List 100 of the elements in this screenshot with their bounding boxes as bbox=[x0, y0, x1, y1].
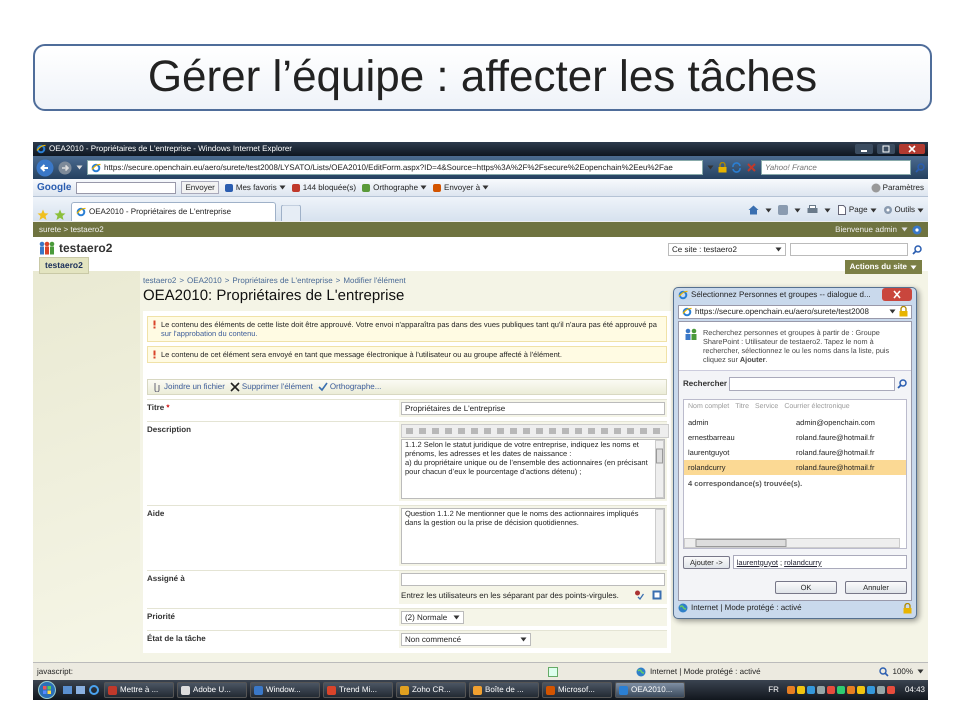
start-button-icon[interactable] bbox=[36, 681, 58, 699]
caret-icon[interactable] bbox=[870, 208, 877, 212]
site-title: testaero2 bbox=[59, 240, 112, 257]
toolbar-item[interactable]: Orthographe bbox=[373, 182, 418, 194]
gear-icon bbox=[882, 205, 893, 215]
caret-icon[interactable] bbox=[520, 637, 527, 642]
required-mark: * bbox=[165, 403, 170, 412]
forward-icon[interactable] bbox=[58, 160, 72, 174]
taskbar-button[interactable]: Microsof... bbox=[542, 682, 612, 698]
browser-logo-icon bbox=[76, 207, 86, 217]
toolbar-search-field[interactable] bbox=[76, 182, 176, 194]
caret-icon[interactable] bbox=[482, 185, 490, 190]
toolbar-action[interactable]: Supprimer l'élément bbox=[242, 381, 313, 393]
app-icon bbox=[546, 686, 555, 694]
minimize-icon[interactable] bbox=[855, 144, 873, 154]
send-button[interactable]: Envoyer bbox=[181, 181, 219, 194]
taskbar-button[interactable]: Zoho CR... bbox=[396, 682, 466, 698]
quick-launch-icons-drawing[interactable] bbox=[61, 684, 101, 696]
field-label: Description bbox=[147, 425, 192, 434]
browser-logo-icon bbox=[36, 144, 46, 154]
welcome-menu[interactable]: Bienvenue admin bbox=[835, 224, 897, 236]
site-actions-menu[interactable]: Actions du site bbox=[844, 260, 922, 274]
field-label: Aide bbox=[147, 509, 164, 518]
field-label: Assigné à bbox=[147, 574, 185, 583]
caret-icon[interactable] bbox=[420, 185, 428, 190]
scrollbar-icon bbox=[655, 440, 664, 498]
toolbar-item[interactable]: Envoyer à bbox=[444, 182, 480, 194]
caret-icon[interactable] bbox=[453, 615, 460, 620]
taskbar-button[interactable]: Window... bbox=[250, 682, 320, 698]
caret-icon[interactable] bbox=[775, 247, 782, 252]
zoom-level[interactable]: 100% bbox=[892, 666, 913, 678]
breadcrumb-link[interactable]: Propriétaires de L'entreprise bbox=[232, 275, 333, 287]
taskbar-button[interactable]: OEA2010... bbox=[615, 682, 685, 698]
caret-icon[interactable] bbox=[824, 208, 831, 212]
lock-icon bbox=[718, 162, 727, 173]
maximize-icon[interactable] bbox=[877, 144, 895, 154]
site-search-field[interactable] bbox=[790, 243, 908, 256]
paperclip-icon bbox=[152, 382, 162, 392]
address-book-icon[interactable] bbox=[652, 590, 662, 600]
browser-tab[interactable]: OEA2010 - Propriétaires de L'entreprise bbox=[71, 202, 276, 221]
app-icon bbox=[254, 686, 263, 694]
caret-icon[interactable] bbox=[889, 309, 896, 314]
breadcrumb-link[interactable]: testaero2 bbox=[143, 275, 176, 287]
breadcrumb-separator: > bbox=[336, 275, 340, 287]
taskbar-button[interactable]: Boîte de ... bbox=[469, 682, 539, 698]
check-names-icon[interactable] bbox=[634, 590, 644, 600]
toolbar-item-icon bbox=[432, 182, 442, 192]
security-zone: Internet | Mode protégé : activé bbox=[650, 666, 761, 678]
globe-icon bbox=[636, 666, 646, 676]
field-hint: Entrez les utilisateurs en les séparant par des points-virgules. bbox=[401, 590, 620, 602]
lock-icon bbox=[903, 602, 912, 614]
settings-link[interactable]: Paramètres bbox=[882, 182, 924, 194]
close-icon[interactable] bbox=[899, 144, 925, 154]
back-icon[interactable] bbox=[36, 158, 54, 176]
tray-icons-drawing[interactable] bbox=[786, 685, 897, 695]
caret-icon[interactable] bbox=[917, 208, 924, 212]
caret-icon[interactable] bbox=[76, 165, 83, 170]
favorites-star-icon[interactable] bbox=[37, 209, 49, 221]
app-icon bbox=[327, 686, 336, 694]
caret-icon[interactable] bbox=[794, 208, 801, 212]
toolbar-action[interactable]: Orthographe... bbox=[330, 381, 382, 393]
page-status-icon bbox=[548, 666, 558, 676]
print-icon[interactable] bbox=[806, 205, 818, 215]
help-icon[interactable] bbox=[912, 224, 922, 234]
dropdown-field[interactable]: (2) Normale bbox=[401, 611, 464, 624]
taskbar-button[interactable]: Adobe U... bbox=[177, 682, 247, 698]
breadcrumb-link[interactable]: OEA2010 bbox=[187, 275, 222, 287]
browser-logo-icon bbox=[91, 162, 101, 172]
toolbar-action[interactable]: Joindre un fichier bbox=[164, 381, 225, 393]
scope-dropdown[interactable]: Ce site : testaero2 bbox=[668, 243, 786, 256]
breadcrumb-separator: > bbox=[224, 275, 230, 287]
warning-icon bbox=[152, 350, 157, 359]
search-icon[interactable] bbox=[897, 379, 907, 390]
site-breadcrumb[interactable]: surete > testaero2 bbox=[39, 224, 104, 236]
field-label: Priorité bbox=[147, 612, 176, 621]
home-icon[interactable] bbox=[748, 205, 759, 215]
site-tab[interactable]: testaero2 bbox=[39, 257, 89, 274]
taskbar-button[interactable]: Mettre à ... bbox=[104, 682, 174, 698]
language-indicator[interactable]: FR bbox=[768, 684, 779, 696]
caret-icon[interactable] bbox=[917, 669, 924, 674]
search-label: Rechercher bbox=[683, 378, 728, 390]
browser-logo-icon bbox=[682, 306, 692, 317]
close-icon[interactable] bbox=[882, 288, 912, 302]
text-field[interactable]: Propriétaires de L'entreprise bbox=[401, 402, 665, 415]
command-menu[interactable]: Outils bbox=[894, 204, 915, 216]
page-icon bbox=[836, 205, 847, 215]
window-title: OEA2010 - Propriétaires de L'entreprise - Windows Internet Explorer bbox=[49, 143, 292, 155]
command-menu[interactable]: Page bbox=[848, 204, 868, 216]
caret-icon[interactable] bbox=[278, 185, 286, 190]
caret-icon[interactable] bbox=[764, 208, 772, 212]
dialog-search-field[interactable] bbox=[729, 377, 895, 392]
toolbar-item[interactable]: 144 bloquée(s) bbox=[302, 182, 356, 194]
taskbar-button[interactable]: Trend Mi... bbox=[323, 682, 393, 698]
address-field[interactable]: https://secure.openchain.eu/aero/surete/test2008/LYSATO/Lists/OEA2010/EditForm.aspx?ID=4&Source=https%3A%2F%2Fsecure%2Eopenchain%2Eeu%2Fae bbox=[87, 160, 703, 175]
toolbar-item[interactable]: Mes favoris bbox=[236, 182, 277, 194]
people-picker-field[interactable] bbox=[401, 573, 665, 586]
dialog-address-field[interactable]: https://secure.openchain.eu/aero/surete/test2008 bbox=[678, 304, 912, 320]
search-icon[interactable] bbox=[912, 244, 922, 254]
dropdown-field[interactable]: Non commencé bbox=[401, 633, 531, 646]
search-field[interactable]: Yahoo! France bbox=[761, 160, 911, 175]
